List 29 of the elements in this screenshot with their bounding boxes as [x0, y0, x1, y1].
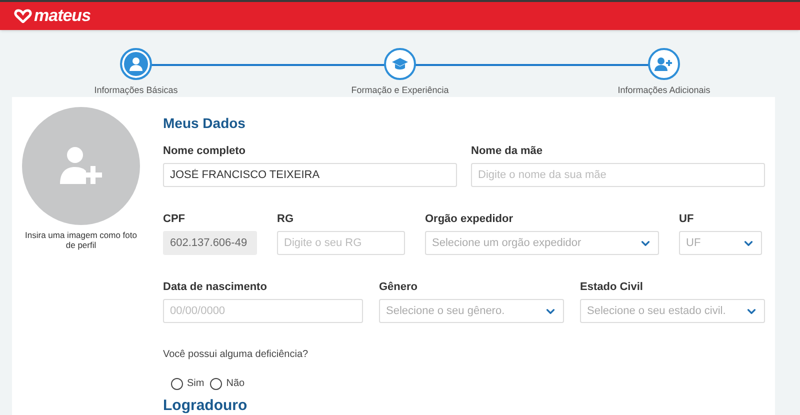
field-label: Estado Civil — [580, 280, 644, 293]
input-field[interactable]: 00/00/0000 — [163, 299, 363, 323]
radio-button[interactable] — [171, 378, 183, 390]
graduation-cap-icon — [391, 56, 409, 70]
heart-logo-icon — [14, 8, 32, 23]
radio-button[interactable] — [210, 378, 222, 390]
radio-option[interactable]: Não — [210, 376, 245, 391]
input-field[interactable]: Digite o nome da sua mãe — [471, 163, 765, 187]
field-label: Nome da mãe — [471, 144, 544, 157]
user-plus-icon — [58, 146, 104, 186]
field-label: Orgão expedidor — [425, 212, 514, 225]
field-label: UF — [679, 212, 695, 225]
field-label: Gênero — [379, 280, 419, 293]
section-title: Meus Dados — [163, 114, 246, 133]
step-label: Formação e Experiência — [351, 84, 449, 97]
step-label: Informações Adicionais — [618, 84, 710, 97]
field-label: Nome completo — [163, 144, 247, 157]
user-plus-icon — [654, 56, 674, 72]
field-label: Data de nascimento — [163, 280, 268, 293]
question-text: Você possui alguma deficiência? — [163, 348, 310, 362]
avatar-caption: Insira uma imagem como foto de perfil — [25, 230, 137, 250]
field-label: CPF — [163, 212, 186, 225]
step-label: Informações Básicas — [94, 84, 178, 97]
section-title: Logradouro — [163, 397, 248, 415]
radio-option[interactable]: Sim — [171, 376, 204, 391]
field-label: RG — [277, 212, 294, 225]
input-field[interactable]: Digite o seu RG — [277, 231, 405, 255]
logo-text: mateus — [34, 7, 91, 24]
user-icon — [128, 56, 144, 72]
